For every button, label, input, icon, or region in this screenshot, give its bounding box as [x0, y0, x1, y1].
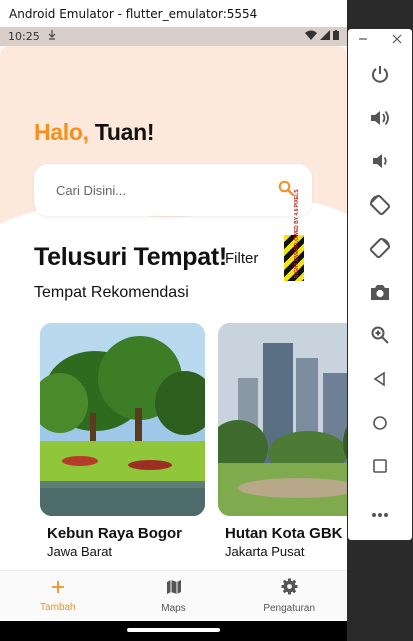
place-card-list[interactable]: Kebun Raya Bogor Jawa Barat Hutan Kota G… [40, 323, 347, 573]
power-icon [370, 64, 390, 89]
nav-item-pengaturan[interactable]: Pengaturan [231, 571, 347, 621]
greeting-hello: Halo, [34, 119, 89, 145]
place-region: Jawa Barat [47, 544, 113, 559]
search-icon[interactable] [278, 180, 295, 201]
power-button[interactable] [348, 61, 412, 91]
overview-icon [372, 458, 388, 479]
greeting-heading: Halo, Tuan! [34, 119, 155, 146]
place-name: Hutan Kota GBK [225, 525, 343, 542]
nav-label: Maps [161, 602, 186, 614]
place-card[interactable]: Kebun Raya Bogor Jawa Barat [40, 323, 205, 559]
overflow-warning-text: RIGHT OVERFLOWED BY 4.6 PIXELS [294, 189, 300, 278]
camera-icon [370, 283, 390, 306]
place-region: Jakarta Pusat [225, 544, 305, 559]
greeting-name: Tuan! [94, 119, 155, 145]
home-icon [372, 415, 388, 436]
app-content: Halo, Tuan! Telusuri Tempat! Filter RIGH… [0, 46, 347, 621]
more-button[interactable] [348, 499, 412, 529]
back-button[interactable] [348, 366, 412, 396]
overview-button[interactable] [348, 453, 412, 483]
place-photo-kebun-raya [40, 323, 205, 516]
volume-down-button[interactable] [348, 148, 412, 178]
nav-label: Tambah [40, 601, 76, 613]
place-photo-hutan-kota [218, 323, 347, 516]
status-bar: 10:25 [0, 27, 347, 46]
nav-item-maps[interactable]: Maps [116, 571, 232, 621]
signal-icon [320, 30, 330, 43]
filter-button[interactable]: Filter [225, 250, 258, 267]
search-input[interactable] [56, 182, 278, 198]
window-title: Android Emulator - flutter_emulator:5554 [9, 6, 258, 21]
rotate-left-button[interactable] [348, 192, 412, 222]
gear-icon [281, 578, 298, 600]
emulator-side-panel [347, 0, 413, 641]
home-indicator[interactable] [127, 628, 220, 632]
recommended-label: Tempat Rekomendasi [34, 284, 189, 301]
phone-frame: 10:25 Halo, Tuan! Cari Disini... Telusur… [0, 27, 347, 641]
zoom-button[interactable] [348, 322, 412, 352]
more-icon [371, 505, 389, 523]
gesture-bar [0, 621, 347, 641]
nav-label: Pengaturan [263, 603, 316, 614]
rotate-right-icon [368, 236, 392, 265]
plus-icon [51, 580, 65, 599]
bottom-navigation: Tambah Maps Pengaturan [0, 570, 347, 621]
explore-title: Telusuri Tempat! [34, 243, 227, 271]
nav-item-tambah[interactable]: Tambah [0, 571, 116, 621]
minimize-icon[interactable] [358, 33, 368, 47]
battery-icon [333, 30, 339, 43]
zoom-icon [370, 325, 390, 350]
wifi-icon [305, 30, 317, 43]
rotate-right-button[interactable] [348, 235, 412, 265]
emulator-controls [348, 29, 412, 540]
close-icon[interactable] [392, 33, 402, 47]
home-button[interactable] [348, 410, 412, 440]
panel-window-buttons [348, 29, 412, 51]
back-icon [372, 371, 388, 392]
volume-up-icon [369, 108, 391, 133]
status-time: 10:25 [8, 30, 40, 43]
volume-down-icon [370, 151, 390, 176]
volume-up-button[interactable] [348, 105, 412, 135]
screenshot-button[interactable] [348, 279, 412, 309]
place-card[interactable]: Hutan Kota GBK Jakarta Pusat [218, 323, 347, 559]
window-titlebar: Android Emulator - flutter_emulator:5554 [0, 0, 347, 27]
rotate-left-icon [368, 193, 392, 222]
download-icon [48, 30, 56, 43]
place-name: Kebun Raya Bogor [47, 525, 183, 542]
map-icon [166, 579, 182, 600]
phone-screen: 10:25 Halo, Tuan! Cari Disini... Telusur… [0, 27, 347, 621]
search-box[interactable] [34, 164, 312, 216]
